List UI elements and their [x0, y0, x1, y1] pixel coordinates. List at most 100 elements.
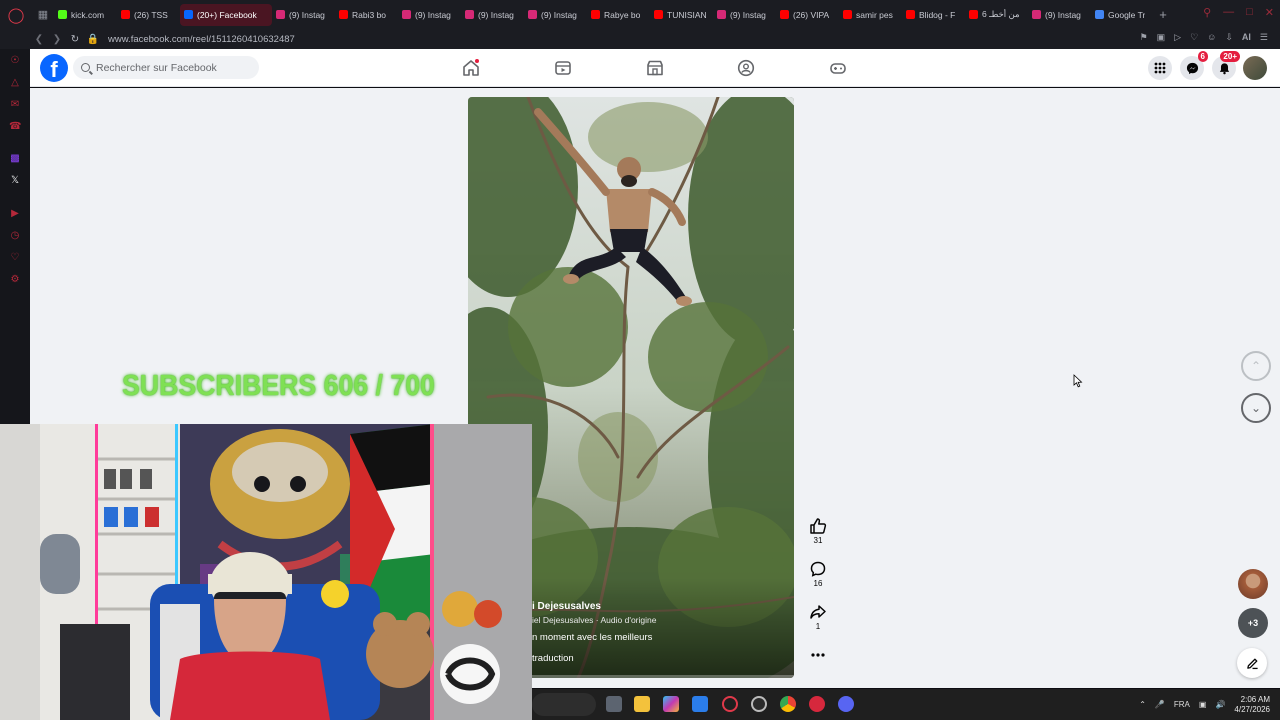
browser-tab[interactable]: (9) Instag: [461, 4, 524, 26]
browser-tab[interactable]: (26) TSS: [117, 4, 180, 26]
sidebar-whatsapp-icon[interactable]: ☎: [9, 121, 21, 133]
browser-tab-strip: ◯ ▦ kick.com (26) TSS (20+) Facebook (9) In…: [0, 0, 1280, 29]
home-nav-icon[interactable]: [462, 59, 480, 77]
browser-tab[interactable]: (9) Instag: [524, 4, 587, 26]
browser-tab[interactable]: (26) VIPA: [776, 4, 839, 26]
next-reel-button[interactable]: ⌄: [1241, 393, 1271, 423]
menu-grid-button[interactable]: [1148, 56, 1172, 80]
network-icon[interactable]: ▣: [1199, 700, 1207, 709]
store-icon[interactable]: [692, 696, 708, 712]
comment-button[interactable]: 16: [807, 560, 829, 588]
browser-tab[interactable]: (9) Instag: [398, 4, 461, 26]
chrome-icon[interactable]: [780, 696, 796, 712]
pin-icon[interactable]: ⚑: [1140, 32, 1148, 43]
browser-tab[interactable]: Rabye bo: [587, 4, 650, 26]
player-icon[interactable]: ▷: [1174, 32, 1181, 43]
microphone-icon[interactable]: 🎤: [1155, 700, 1165, 709]
browser-tab[interactable]: (9) Instag: [1028, 4, 1091, 26]
sidebar-bookmark-icon[interactable]: ♡: [9, 252, 21, 264]
chevron-up-icon: ⌃: [1250, 359, 1262, 373]
browser-tab[interactable]: (9) Instag: [272, 4, 335, 26]
browser-tab[interactable]: samir pes: [839, 4, 902, 26]
browser-tab[interactable]: (9) Instag: [713, 4, 776, 26]
groups-nav-icon[interactable]: [737, 59, 755, 77]
forward-icon[interactable]: ❯: [48, 34, 66, 45]
video-nav-icon[interactable]: [554, 59, 572, 77]
browser-tab[interactable]: Google Tr: [1091, 4, 1154, 26]
back-icon[interactable]: ❮: [30, 34, 48, 45]
discord-icon[interactable]: [838, 696, 854, 712]
sidebar-messenger-icon[interactable]: ✉: [9, 99, 21, 111]
tab-label: Blidog - F: [919, 9, 956, 20]
sidebar-settings-icon[interactable]: ⚙: [9, 274, 21, 286]
reload-icon[interactable]: ↻: [66, 34, 84, 45]
browser-tab[interactable]: kick.com: [54, 4, 117, 26]
previous-reel-button[interactable]: ⌃: [1241, 351, 1271, 381]
menu-icon[interactable]: ☰: [1260, 32, 1268, 43]
close-icon[interactable]: ✕: [1265, 6, 1274, 19]
gaming-nav-icon[interactable]: [829, 59, 847, 77]
search-tabs-icon[interactable]: ⚲: [1203, 6, 1211, 19]
browser-tab[interactable]: 6 من أخطـ: [965, 4, 1028, 26]
file-explorer-icon[interactable]: [634, 696, 650, 712]
tab-favicon-icon: [717, 10, 726, 19]
share-icon: [809, 603, 827, 621]
download-icon[interactable]: ⇩: [1225, 32, 1233, 43]
copilot-icon[interactable]: [663, 696, 679, 712]
tab-favicon-icon: [654, 10, 663, 19]
share-button[interactable]: 1: [807, 603, 829, 631]
opera-taskbar-icon[interactable]: [722, 696, 738, 712]
sidebar-aria-icon[interactable]: ☉: [9, 55, 21, 67]
facebook-logo[interactable]: f: [40, 54, 68, 82]
search-input[interactable]: [96, 61, 246, 74]
maximize-icon[interactable]: □: [1246, 6, 1253, 19]
tray-chevron-icon[interactable]: ⌃: [1139, 700, 1146, 709]
sidebar-extension-icon[interactable]: △: [9, 77, 21, 89]
notifications-button[interactable]: 20+: [1212, 51, 1240, 80]
workspaces-icon[interactable]: ▦: [32, 0, 54, 29]
search-box[interactable]: [73, 56, 259, 79]
ai-button[interactable]: AI: [1242, 32, 1251, 43]
new-tab-button[interactable]: +: [1154, 7, 1172, 22]
language-indicator[interactable]: FRA: [1174, 700, 1190, 709]
obs-icon[interactable]: [751, 696, 767, 712]
new-message-button[interactable]: [1237, 648, 1267, 678]
sidebar-x-icon[interactable]: 𝕏: [9, 175, 21, 187]
more-options-button[interactable]: [807, 646, 829, 664]
messenger-button[interactable]: 6: [1180, 51, 1208, 80]
heart-icon[interactable]: ♡: [1190, 32, 1198, 43]
snapshot-icon[interactable]: ▣: [1157, 32, 1166, 43]
more-contacts-button[interactable]: +3: [1238, 608, 1268, 638]
contact-avatar[interactable]: [1238, 569, 1268, 599]
facebook-header: f 6 20+: [30, 49, 1280, 87]
like-button[interactable]: 31: [807, 517, 829, 545]
app-icon[interactable]: [809, 696, 825, 712]
browser-tab[interactable]: (20+) Facebook: [180, 3, 272, 26]
tab-favicon-icon: [1095, 10, 1104, 19]
task-view-icon[interactable]: [606, 696, 622, 712]
minimize-icon[interactable]: —: [1223, 6, 1234, 19]
sidebar-twitch-icon[interactable]: ▩: [9, 153, 21, 165]
marketplace-nav-icon[interactable]: [646, 59, 664, 77]
see-translation-link[interactable]: traduction: [532, 653, 574, 664]
url-field[interactable]: www.facebook.com/reel/1511260410632487: [108, 34, 295, 45]
comment-icon: [809, 560, 827, 578]
account-icon[interactable]: ☺: [1207, 32, 1216, 43]
opera-sidebar: ☉ △ ✉ ☎ ▩ 𝕏 ▶ ◷ ♡ ⚙: [0, 49, 30, 424]
sidebar-history-icon[interactable]: ◷: [9, 230, 21, 242]
reel-audio-label[interactable]: iel Dejesusalves · Audio d'origine: [532, 615, 656, 625]
like-count: 31: [813, 536, 823, 545]
profile-avatar[interactable]: [1243, 56, 1267, 80]
tab-favicon-icon: [184, 10, 193, 19]
reel-author-name[interactable]: i Dejesusalves: [532, 601, 601, 612]
opera-logo-icon[interactable]: ◯: [0, 0, 32, 29]
browser-tab[interactable]: Blidog - F: [902, 4, 965, 26]
browser-tab[interactable]: Rabi3 bo: [335, 4, 398, 26]
browser-tab[interactable]: TUNISIAN: [650, 4, 713, 26]
clock[interactable]: 2:06 AM 4/27/2026: [1234, 695, 1270, 715]
clock-time: 2:06 AM: [1240, 694, 1270, 704]
volume-icon[interactable]: 🔊: [1215, 700, 1225, 709]
sidebar-player-icon[interactable]: ▶: [9, 208, 21, 220]
compose-icon: [1246, 658, 1258, 669]
taskbar-search[interactable]: [532, 693, 596, 716]
